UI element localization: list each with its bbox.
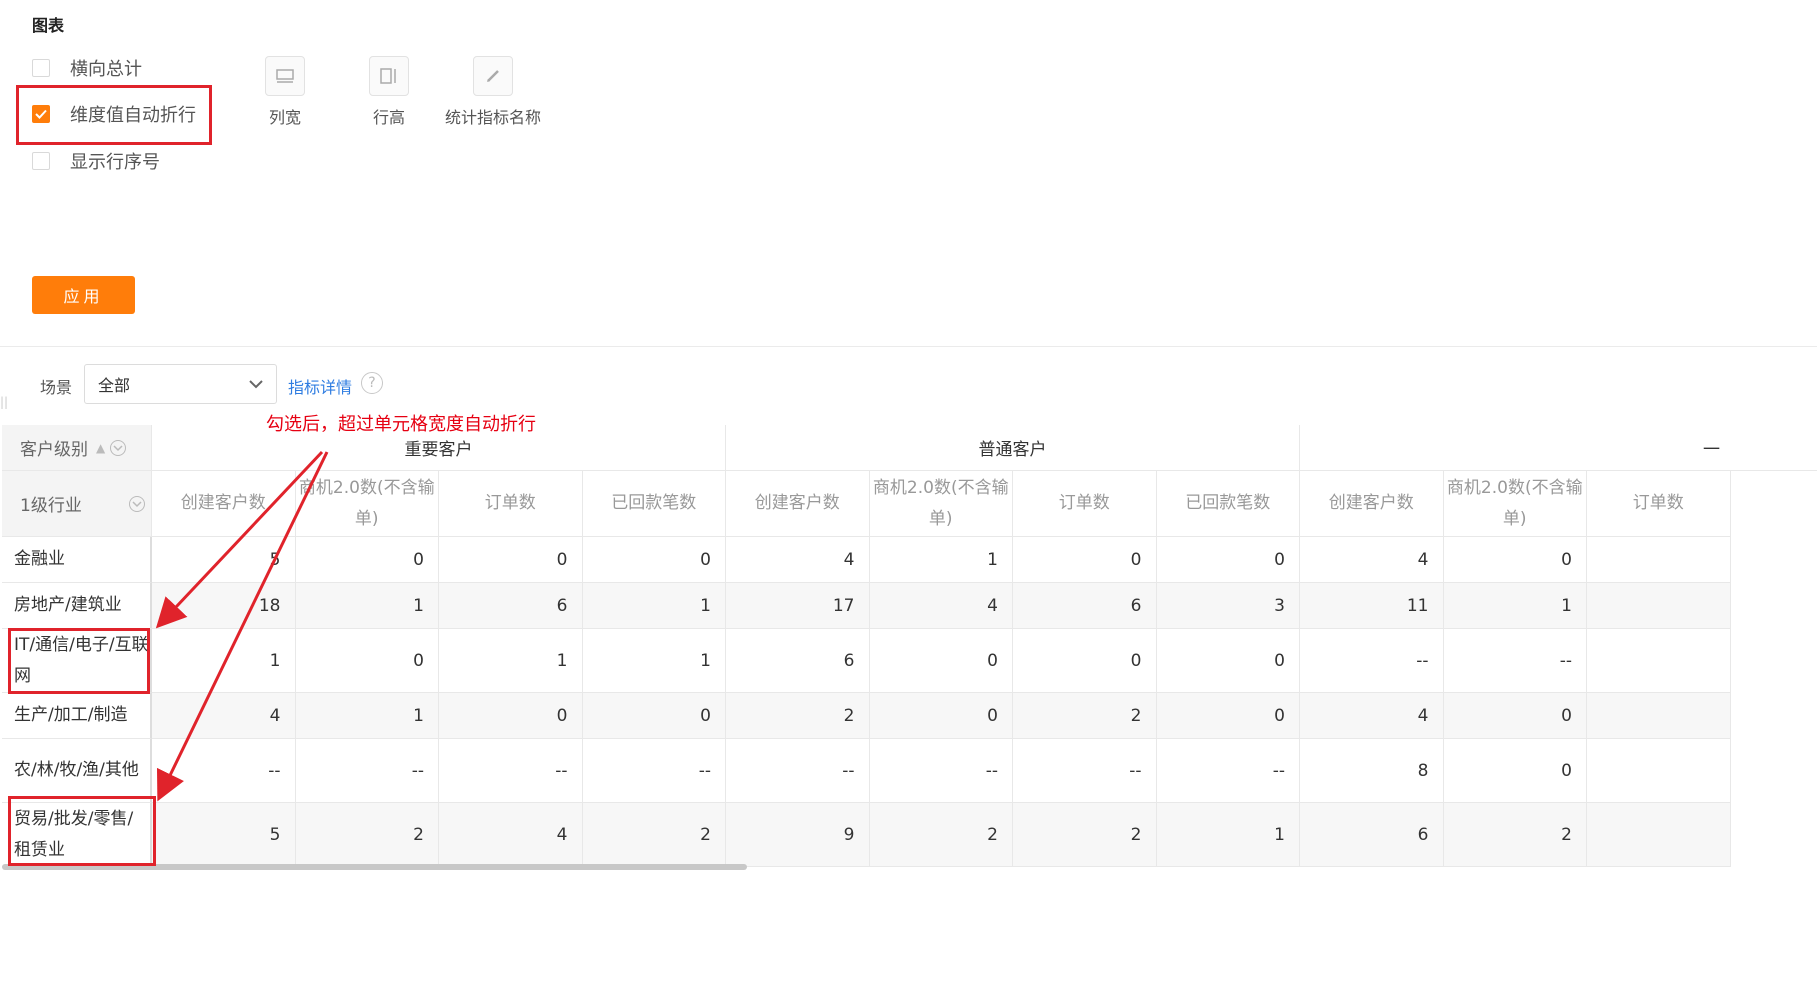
annotation-arrows (155, 450, 329, 802)
arrow-line (156, 451, 329, 802)
arrow-line (155, 450, 324, 629)
